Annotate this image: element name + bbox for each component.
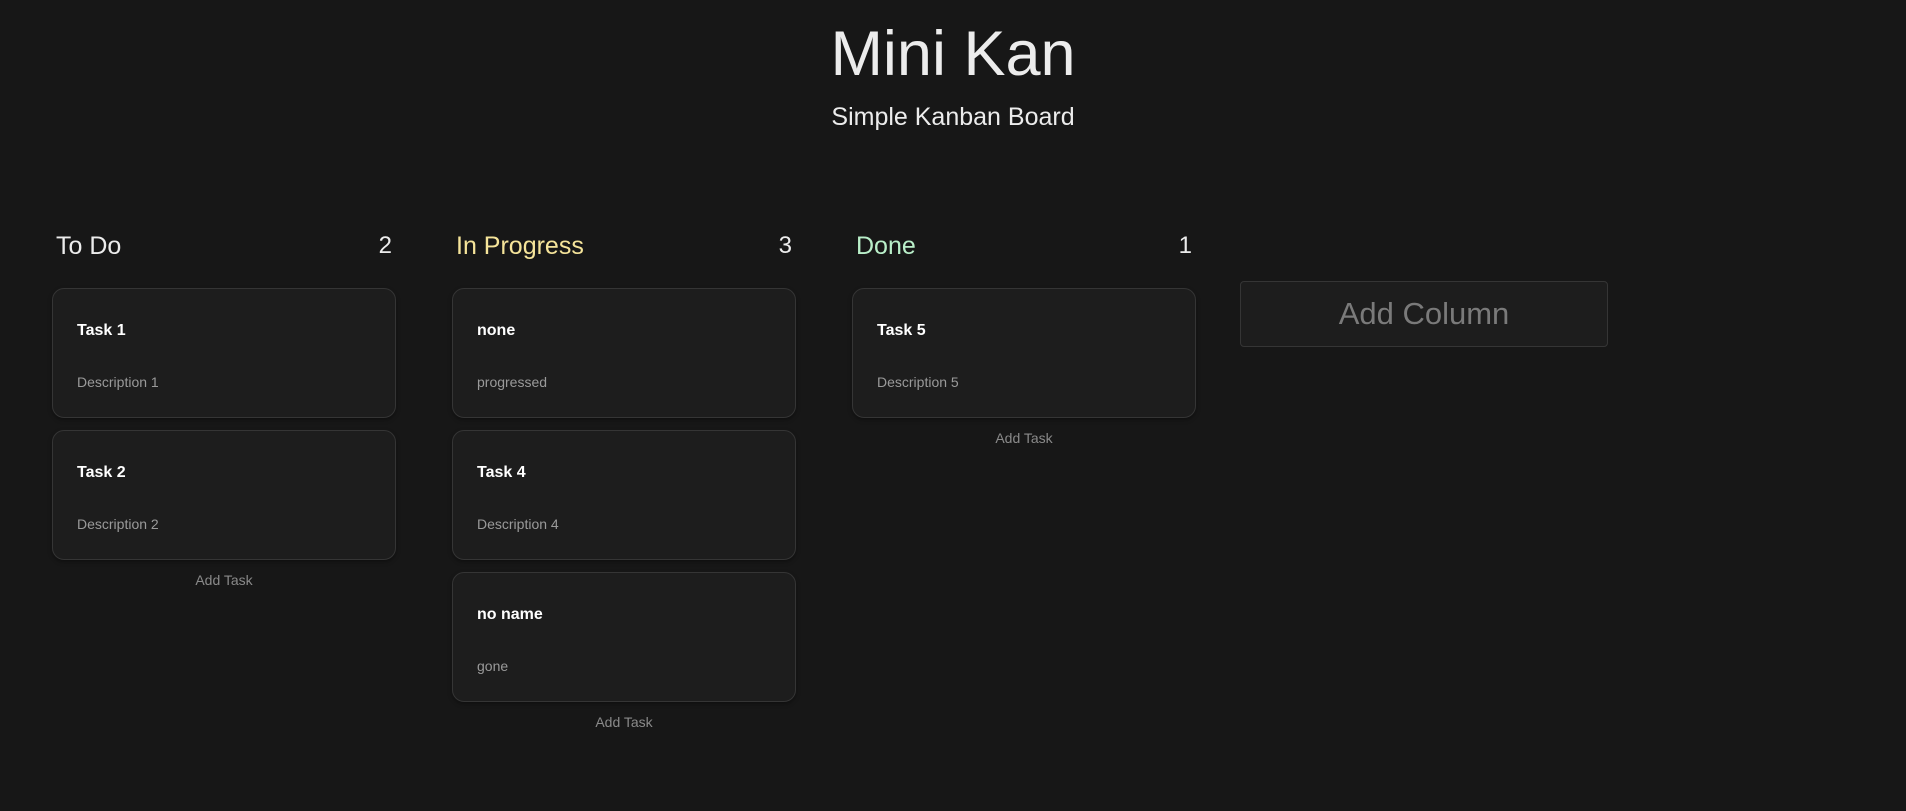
task-title: no name xyxy=(477,606,543,623)
task-title: Task 5 xyxy=(877,322,926,339)
column-title[interactable]: In Progress xyxy=(456,232,584,261)
task-description: Description 5 xyxy=(877,374,959,390)
column-title[interactable]: Done xyxy=(856,232,916,261)
app-title: Mini Kan xyxy=(830,19,1076,89)
task-card[interactable]: none progressed xyxy=(452,288,796,418)
column-title[interactable]: To Do xyxy=(56,232,121,261)
column-done: Done 1 Task 5 Description 5 Add Task xyxy=(852,230,1196,446)
task-card[interactable]: Task 5 Description 5 xyxy=(852,288,1196,418)
add-column-button[interactable]: Add Column xyxy=(1240,281,1608,347)
column-count: 2 xyxy=(378,232,392,259)
column-header: In Progress 3 xyxy=(452,230,796,262)
task-card[interactable]: Task 4 Description 4 xyxy=(452,430,796,560)
task-description: Description 2 xyxy=(77,516,159,532)
task-description: Description 1 xyxy=(77,374,159,390)
task-title: Task 2 xyxy=(77,464,126,481)
task-description: Description 4 xyxy=(477,516,559,532)
column-to-do: To Do 2 Task 1 Description 1 Task 2 Desc… xyxy=(52,230,396,588)
task-card[interactable]: Task 1 Description 1 xyxy=(52,288,396,418)
task-title: Task 1 xyxy=(77,322,126,339)
task-card[interactable]: Task 2 Description 2 xyxy=(52,430,396,560)
kanban-board: To Do 2 Task 1 Description 1 Task 2 Desc… xyxy=(52,230,1608,730)
add-task-button[interactable]: Add Task xyxy=(452,714,796,730)
add-task-button[interactable]: Add Task xyxy=(852,430,1196,446)
task-description: progressed xyxy=(477,374,548,390)
task-description: gone xyxy=(477,658,509,674)
task-title: Task 4 xyxy=(477,464,526,481)
column-in-progress: In Progress 3 none progressed Task 4 Des… xyxy=(452,230,796,730)
column-header: To Do 2 xyxy=(52,230,396,262)
add-task-button[interactable]: Add Task xyxy=(52,572,396,588)
column-header: Done 1 xyxy=(852,230,1196,262)
app-subtitle: Simple Kanban Board xyxy=(831,103,1075,131)
column-count: 1 xyxy=(1178,232,1192,259)
task-title: none xyxy=(477,322,516,339)
column-count: 3 xyxy=(778,232,792,259)
task-card[interactable]: no name gone xyxy=(452,572,796,702)
